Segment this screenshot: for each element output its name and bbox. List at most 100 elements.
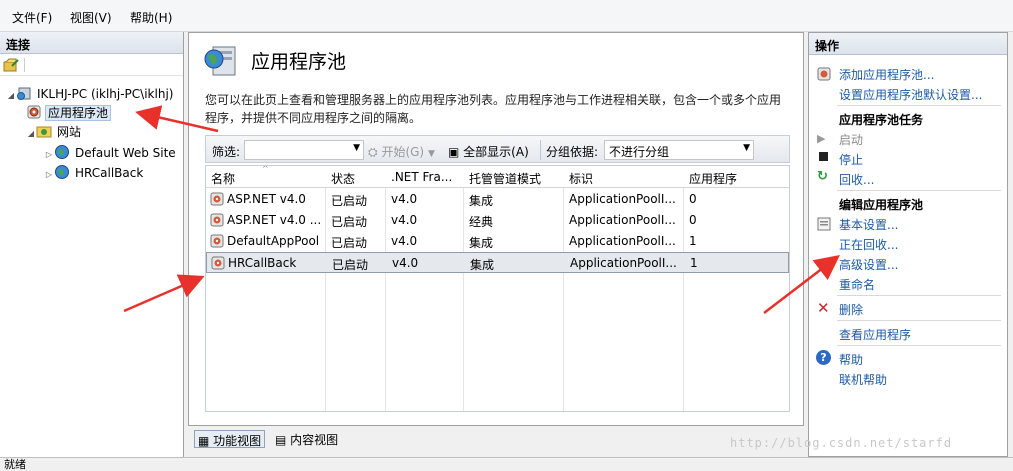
menu-view[interactable]: 视图(V) <box>70 9 112 26</box>
table-header: 名称 ^ 状态 .NET Fra... 托管管道模式 标识 应用程序 <box>206 166 789 188</box>
cell-identity: ApplicationPoolI... <box>569 213 676 227</box>
online-help-link[interactable]: 联机帮助 <box>839 371 887 388</box>
app-pool-icon <box>27 105 41 119</box>
group-by-select[interactable]: 不进行分组 ▼ <box>604 140 754 160</box>
collapse-icon[interactable]: ◢ <box>26 124 36 144</box>
recycle-icon: ↻ <box>817 169 828 184</box>
cell-name: HRCallBack <box>228 256 297 270</box>
filter-bar: 筛选: ▼ ⛭ 开始(G) ▼ ▣ 全部显示(A) 分组依据: 不进行分组 ▼ <box>205 135 790 163</box>
app-pool-table: 名称 ^ 状态 .NET Fra... 托管管道模式 标识 应用程序 ASP.N… <box>205 165 790 412</box>
connect-icon[interactable] <box>3 57 19 73</box>
cell-mode: 经典 <box>469 215 494 229</box>
menu-bar: 文件(F) 视图(V) 帮助(H) <box>0 0 1013 32</box>
show-all-button[interactable]: ▣ 全部显示(A) <box>448 143 529 160</box>
rename-link[interactable]: 重命名 <box>839 276 875 293</box>
connections-pane: 连接 ◢ IKLHJ-PC (iklhj-PC\iklhj) 应用程序池 ◢ 网站 … <box>0 32 184 457</box>
page-title: 应用程序池 <box>251 51 347 73</box>
col-mode[interactable]: 托管管道模式 <box>469 170 541 187</box>
cell-name: ASP.NET v4.0 ... <box>227 213 322 227</box>
sites-folder-icon <box>36 126 52 138</box>
stop-link[interactable]: 停止 <box>839 151 863 168</box>
menu-file[interactable]: 文件(F) <box>12 9 52 26</box>
advanced-settings-link[interactable]: 高级设置... <box>839 256 898 273</box>
table-row[interactable]: ASP.NET v4.0 已启动 v4.0 集成 ApplicationPoolI...… <box>206 189 789 210</box>
delete-icon: ✕ <box>817 299 830 317</box>
cell-net: v4.0 <box>391 234 418 248</box>
col-identity[interactable]: 标识 <box>569 170 593 187</box>
cell-identity: ApplicationPoolI... <box>570 256 677 270</box>
tree-site-hrcallback[interactable]: ▷ HRCallBack <box>44 163 145 183</box>
cell-mode: 集成 <box>470 258 495 272</box>
cell-status: 已启动 <box>331 236 368 250</box>
set-defaults-link[interactable]: 设置应用程序池默认设置... <box>839 86 982 103</box>
tree-server[interactable]: ◢ IKLHJ-PC (iklhj-PC\iklhj) <box>6 84 175 104</box>
start-link[interactable]: 启动 <box>839 131 863 148</box>
col-status[interactable]: 状态 <box>331 170 355 187</box>
page-description: 您可以在此页上查看和管理服务器上的应用程序池列表。应用程序池与工作进程相关联，包… <box>205 93 782 125</box>
cell-apps: 0 <box>689 192 697 206</box>
edit-pool-title: 编辑应用程序池 <box>839 198 924 212</box>
col-apps[interactable]: 应用程序 <box>689 170 737 187</box>
pool-tasks-title: 应用程序池任务 <box>839 113 924 127</box>
watermark: http://blog.csdn.net/starfd <box>730 436 953 450</box>
recycle-link[interactable]: 回收... <box>839 171 874 188</box>
cell-net: v4.0 <box>391 192 418 206</box>
cell-status: 已启动 <box>331 194 368 208</box>
tree-sites[interactable]: ◢ 网站 <box>26 122 83 142</box>
actions-pane: 操作 添加应用程序池... 设置应用程序池默认设置... 应用程序池任务 ▶ 启… <box>808 32 1008 457</box>
collapse-icon[interactable]: ◢ <box>6 86 16 106</box>
help-link[interactable]: 帮助 <box>839 351 863 368</box>
dropdown-icon: ▼ <box>353 143 360 153</box>
cell-mode: 集成 <box>469 236 494 250</box>
cell-name: DefaultAppPool <box>227 234 320 248</box>
sort-asc-icon: ^ <box>262 165 269 173</box>
app-pool-icon <box>211 256 225 270</box>
group-by-label: 分组依据: <box>546 145 599 159</box>
table-row[interactable]: DefaultAppPool 已启动 v4.0 集成 ApplicationPoolI.… <box>206 231 789 252</box>
connections-toolbar <box>0 54 183 76</box>
stop-icon <box>819 152 828 161</box>
app-pool-icon <box>210 192 224 206</box>
content-view-tab[interactable]: ▤ 内容视图 <box>272 430 341 448</box>
help-icon: ? <box>816 350 831 365</box>
tree-site-default[interactable]: ▷ Default Web Site <box>44 143 178 163</box>
server-icon <box>17 87 31 100</box>
status-text: 就绪 <box>4 458 26 471</box>
actions-header: 操作 <box>809 33 1007 55</box>
cell-name: ASP.NET v4.0 <box>227 192 306 206</box>
app-pool-icon <box>210 234 224 248</box>
content-pane: 应用程序池 您可以在此页上查看和管理服务器上的应用程序池列表。应用程序池与工作进… <box>188 32 804 426</box>
cell-identity: ApplicationPoolI... <box>569 192 676 206</box>
filter-label: 筛选: <box>212 145 241 159</box>
expand-icon[interactable]: ▷ <box>44 165 54 185</box>
content-view-icon: ▤ <box>275 433 287 447</box>
globe-icon <box>55 145 69 159</box>
table-row[interactable]: ASP.NET v4.0 ... 已启动 v4.0 经典 ApplicationPool… <box>206 210 789 231</box>
features-view-tab[interactable]: ▦ 功能视图 <box>194 430 266 448</box>
dropdown-icon: ▼ <box>743 143 750 153</box>
connections-header: 连接 <box>0 32 183 54</box>
show-all-icon: ▣ <box>448 145 460 159</box>
status-bar: 就绪 <box>0 457 1013 471</box>
basic-settings-link[interactable]: 基本设置... <box>839 216 898 233</box>
cell-apps: 1 <box>689 234 697 248</box>
cell-net: v4.0 <box>392 256 419 270</box>
delete-link[interactable]: 删除 <box>839 301 863 318</box>
table-row[interactable]: HRCallBack 已启动 v4.0 集成 ApplicationPoolI... 1 <box>206 252 789 273</box>
filter-input[interactable]: ▼ <box>244 140 364 160</box>
app-pool-icon <box>210 213 224 227</box>
expand-icon[interactable]: ▷ <box>44 145 54 165</box>
cell-status: 已启动 <box>332 258 369 272</box>
col-net[interactable]: .NET Fra... <box>391 170 452 184</box>
cell-identity: ApplicationPoolI... <box>569 234 676 248</box>
start-filter-button[interactable]: ⛭ 开始(G) ▼ <box>368 143 435 160</box>
recycling-link[interactable]: 正在回收... <box>839 236 898 253</box>
col-name[interactable]: 名称 <box>211 170 235 187</box>
start-icon: ▶ <box>817 132 826 145</box>
view-apps-link[interactable]: 查看应用程序 <box>839 326 911 343</box>
menu-help[interactable]: 帮助(H) <box>130 9 172 26</box>
tree-app-pools[interactable]: 应用程序池 <box>26 103 112 123</box>
add-app-pool-link[interactable]: 添加应用程序池... <box>839 66 934 83</box>
app-pool-header-icon <box>204 46 236 76</box>
globe-icon <box>55 165 69 179</box>
